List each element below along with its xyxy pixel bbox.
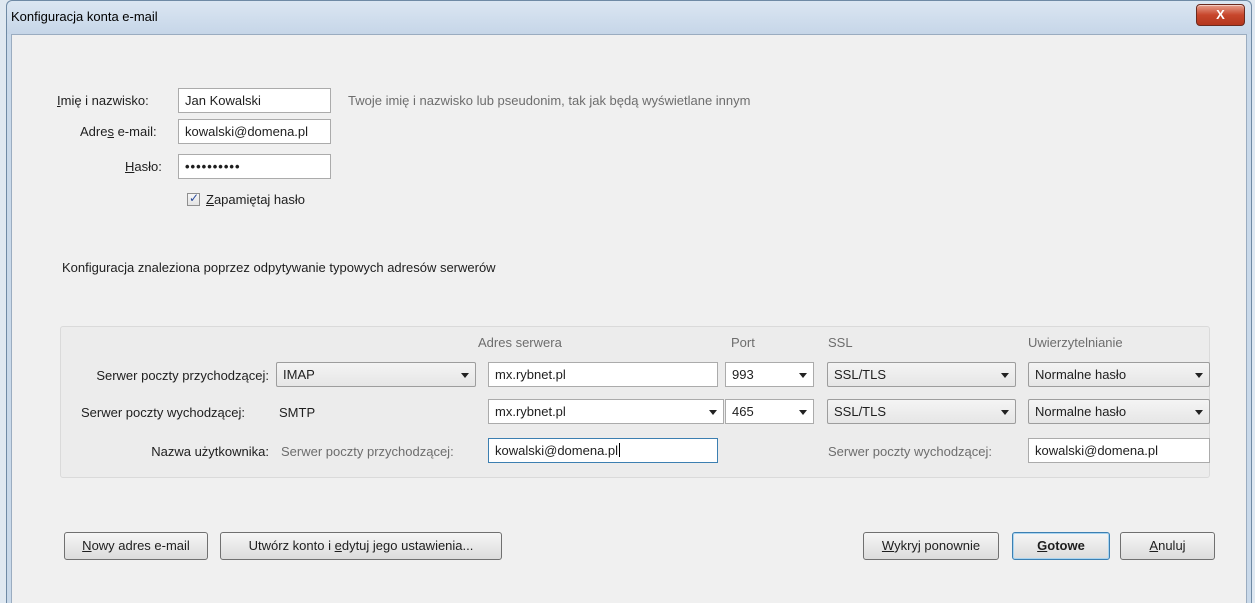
email-input[interactable]: kowalski@domena.pl xyxy=(178,119,331,144)
dialog-content: Imię i nazwisko: Jan Kowalski Twoje imię… xyxy=(11,34,1247,603)
chevron-down-icon xyxy=(799,410,807,415)
remember-password-checkbox[interactable]: ✓ xyxy=(187,191,200,206)
title-bar[interactable]: Konfiguracja konta e-mail X xyxy=(7,1,1251,34)
header-auth: Uwierzytelnianie xyxy=(1028,335,1123,350)
header-server-address: Adres serwera xyxy=(478,335,562,350)
chevron-down-icon xyxy=(1001,410,1009,415)
outgoing-server-combobox[interactable]: mx.rybnet.pl xyxy=(488,399,724,424)
outgoing-server-value: mx.rybnet.pl xyxy=(495,404,566,419)
name-input[interactable]: Jan Kowalski xyxy=(178,88,331,113)
name-hint: Twoje imię i nazwisko lub pseudonim, tak… xyxy=(348,93,751,108)
close-icon: X xyxy=(1216,7,1225,22)
outgoing-auth-select[interactable]: Normalne hasło xyxy=(1028,399,1210,424)
password-label: Hasło: xyxy=(125,159,162,174)
remember-password-label[interactable]: Zapamiętaj hasło xyxy=(206,192,305,207)
header-port: Port xyxy=(731,335,755,350)
username-incoming-value: kowalski@domena.pl xyxy=(495,443,619,458)
checkmark-icon: ✓ xyxy=(189,191,200,205)
incoming-server-input[interactable]: mx.rybnet.pl xyxy=(488,362,718,387)
done-button[interactable]: Gotowe xyxy=(1012,532,1110,560)
chevron-down-icon xyxy=(709,410,717,415)
incoming-auth-select[interactable]: Normalne hasło xyxy=(1028,362,1210,387)
incoming-protocol-select[interactable]: IMAP xyxy=(276,362,476,387)
incoming-ssl-value: SSL/TLS xyxy=(834,367,887,382)
outgoing-port-value: 465 xyxy=(732,404,754,419)
new-email-button[interactable]: Nowy adres e-mail xyxy=(64,532,208,560)
outgoing-ssl-value: SSL/TLS xyxy=(834,404,887,419)
outgoing-protocol: SMTP xyxy=(279,405,316,420)
dialog-window: Konfiguracja konta e-mail X Imię i nazwi… xyxy=(6,0,1252,603)
status-text: Konfiguracja znaleziona poprzez odpytywa… xyxy=(62,260,496,275)
outgoing-server-label: Serwer poczty wychodzącej: xyxy=(81,405,246,420)
create-and-edit-button[interactable]: Utwórz konto i edytuj jego ustawienia... xyxy=(220,532,502,560)
incoming-auth-value: Normalne hasło xyxy=(1035,367,1127,382)
close-button[interactable]: X xyxy=(1196,4,1245,26)
username-incoming-label: Serwer poczty przychodzącej: xyxy=(281,444,454,459)
outgoing-ssl-select[interactable]: SSL/TLS xyxy=(827,399,1016,424)
password-input[interactable]: •••••••••• xyxy=(178,154,331,179)
username-label: Nazwa użytkownika: xyxy=(151,444,269,459)
username-outgoing-label: Serwer poczty wychodzącej: xyxy=(828,444,993,459)
cancel-button[interactable]: Anuluj xyxy=(1120,532,1215,560)
incoming-port-select[interactable]: 993 xyxy=(725,362,814,387)
username-incoming-input[interactable]: kowalski@domena.pl xyxy=(488,438,718,463)
incoming-port-value: 993 xyxy=(732,367,754,382)
email-label: Adres e-mail: xyxy=(80,124,157,139)
header-ssl: SSL xyxy=(828,335,853,350)
outgoing-auth-value: Normalne hasło xyxy=(1035,404,1127,419)
incoming-protocol-value: IMAP xyxy=(283,367,315,382)
chevron-down-icon xyxy=(1195,410,1203,415)
redetect-button[interactable]: Wykryj ponownie xyxy=(863,532,999,560)
text-caret xyxy=(619,443,621,457)
incoming-server-label: Serwer poczty przychodzącej: xyxy=(96,368,269,383)
chevron-down-icon xyxy=(799,373,807,378)
chevron-down-icon xyxy=(1001,373,1009,378)
chevron-down-icon xyxy=(1195,373,1203,378)
name-label: Imię i nazwisko: xyxy=(57,93,149,108)
outgoing-port-select[interactable]: 465 xyxy=(725,399,814,424)
chevron-down-icon xyxy=(461,373,469,378)
username-outgoing-input[interactable]: kowalski@domena.pl xyxy=(1028,438,1210,463)
window-title: Konfiguracja konta e-mail xyxy=(11,9,158,24)
incoming-ssl-select[interactable]: SSL/TLS xyxy=(827,362,1016,387)
